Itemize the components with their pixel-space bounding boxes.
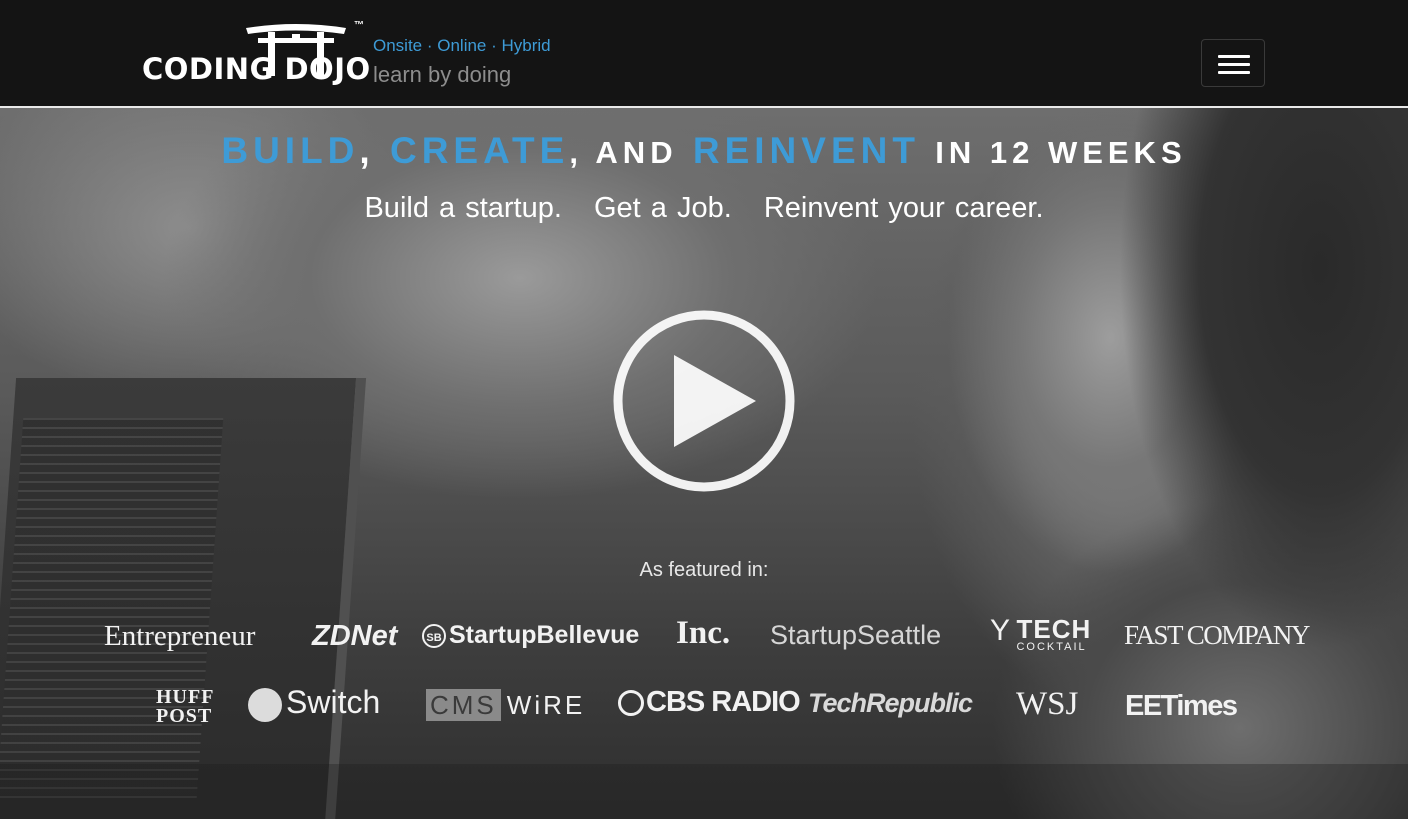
cocktail-text: COCKTAIL bbox=[1016, 641, 1087, 653]
switch-logo: Switch bbox=[248, 686, 380, 722]
post-text: POST bbox=[156, 705, 213, 727]
site-header: ™ CODING DOJO Onsite · Online · Hybrid l… bbox=[0, 0, 1408, 108]
hamburger-icon-line bbox=[1218, 71, 1250, 74]
switch-text: Switch bbox=[286, 684, 381, 720]
sb-badge-icon: SB bbox=[422, 624, 446, 649]
subtitle-job: Get a Job. bbox=[593, 192, 732, 224]
startupbellevue-logo: SB StartupBellevue bbox=[422, 621, 640, 649]
subtitle-startup: Build a startup. bbox=[364, 192, 562, 224]
hero-background-laptop bbox=[0, 378, 367, 819]
wsj-logo: WSJ bbox=[1016, 686, 1079, 722]
tech-text: TECH bbox=[1016, 614, 1092, 644]
headline-comma: , bbox=[359, 130, 375, 171]
laptop-screen bbox=[0, 418, 224, 798]
inc-logo: Inc. bbox=[676, 615, 731, 651]
zdnet-logo: ZDNet bbox=[312, 620, 398, 652]
tagline-slogan: learn by doing bbox=[373, 62, 512, 87]
subtitle-career: Reinvent your career. bbox=[763, 192, 1044, 224]
headline-and: , AND bbox=[569, 135, 678, 170]
eetimes-logo: EETimes bbox=[1125, 690, 1238, 722]
menu-toggle-button[interactable] bbox=[1201, 39, 1265, 87]
hero-section: BUILD, CREATE, AND REINVENT IN 12 WEEKS … bbox=[0, 108, 1408, 819]
cocktail-glass-icon: Y bbox=[990, 614, 1011, 647]
entrepreneur-logo: Entrepreneur bbox=[104, 620, 256, 652]
featured-in-label: As featured in: bbox=[639, 559, 769, 581]
switch-badge-icon bbox=[248, 687, 282, 722]
hamburger-icon-line bbox=[1218, 63, 1250, 66]
fastcompany-logo: FAST COMPANY bbox=[1124, 620, 1310, 650]
cmswire-logo: CMS WiRE bbox=[426, 689, 586, 721]
cms-text: CMS bbox=[426, 689, 501, 721]
cbsradio-text: CBS RADIO bbox=[646, 686, 801, 718]
headline-create: CREATE bbox=[389, 130, 570, 171]
startupbellevue-text: StartupBellevue bbox=[449, 621, 640, 649]
hero-headline: BUILD, CREATE, AND REINVENT IN 12 WEEKS bbox=[0, 130, 1408, 172]
tagline-formats: Onsite · Online · Hybrid bbox=[373, 36, 551, 55]
wire-text: WiRE bbox=[506, 690, 586, 720]
logo-text: CODING DOJO bbox=[142, 52, 371, 86]
hamburger-icon bbox=[1218, 55, 1250, 58]
hero-bottom-strip bbox=[0, 764, 1408, 819]
cbs-eye-icon bbox=[618, 690, 644, 717]
techcocktail-logo: Y TECH COCKTAIL bbox=[990, 616, 1091, 653]
coding-dojo-logo[interactable]: ™ CODING DOJO bbox=[140, 20, 370, 94]
headline-tail: IN 12 WEEKS bbox=[935, 135, 1187, 170]
startupseattle-logo: StartupSeattle bbox=[770, 620, 942, 650]
play-icon bbox=[613, 310, 795, 492]
hero-subtitle: Build a startup. Get a Job. Reinvent you… bbox=[0, 192, 1408, 225]
headline-build: BUILD bbox=[221, 130, 360, 171]
trademark-symbol: ™ bbox=[354, 20, 364, 31]
techrepublic-logo: TechRepublic bbox=[808, 688, 973, 718]
cbsradio-logo: CBS RADIO bbox=[618, 686, 801, 718]
huffpost-logo: HUFF POST bbox=[156, 687, 214, 727]
video-play-button[interactable] bbox=[612, 309, 796, 493]
headline-reinvent: REINVENT bbox=[692, 130, 920, 171]
